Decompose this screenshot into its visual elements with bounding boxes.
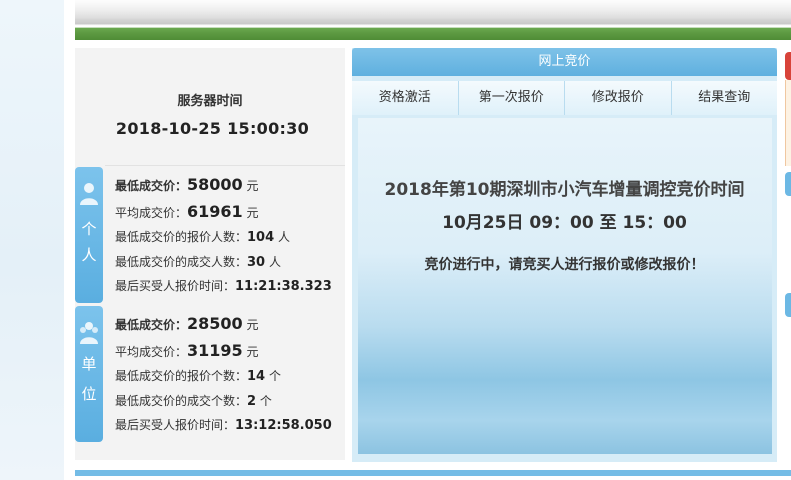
server-time-title: 服务器时间 — [177, 94, 243, 109]
personal-tab-label-2: 人 — [81, 246, 97, 264]
side-edge-red — [785, 52, 791, 80]
bottom-bar — [75, 470, 791, 476]
unit-tab-label-2: 位 — [81, 385, 97, 403]
group-icon — [80, 322, 98, 344]
unit-tab[interactable]: 单 位 — [75, 306, 103, 442]
personal-winner-count: 最低成交价的成交人数：30 人 — [115, 255, 281, 270]
unit-last-bid-time: 最后买受人报价时间：13:12:58.050 — [115, 418, 332, 433]
unit-tab-label-1: 单 — [81, 355, 97, 373]
auction-status: 竞价进行中，请竞买人进行报价或修改报价！ — [424, 257, 705, 273]
person-icon — [80, 183, 98, 205]
top-banner — [75, 0, 791, 40]
auction-time: 10月25日 09：00 至 15：00 — [442, 213, 687, 233]
side-edge-tab[interactable] — [785, 172, 791, 196]
tab-first-bid[interactable]: 第一次报价 — [458, 81, 565, 115]
personal-tab-label-1: 个 — [81, 220, 97, 238]
background-image — [358, 118, 772, 454]
panel-header: 网上竞价 — [352, 48, 777, 76]
side-edge-panel — [785, 80, 791, 166]
unit-lowest-price: 最低成交价：28500 元 — [115, 314, 259, 333]
unit-bidder-count: 最低成交价的报价个数：14 个 — [115, 369, 281, 384]
side-edge-tab[interactable] — [785, 293, 791, 317]
tab-qualification-activation[interactable]: 资格激活 — [352, 81, 459, 115]
unit-winner-count: 最低成交价的成交个数：2 个 — [115, 394, 272, 409]
personal-tab[interactable]: 个 人 — [75, 167, 103, 303]
personal-lowest-price: 最低成交价：58000 元 — [115, 175, 259, 194]
personal-last-bid-time: 最后买受人报价时间：11:21:38.323 — [115, 279, 332, 294]
tab-result-query[interactable]: 结果查询 — [671, 81, 777, 115]
divider — [105, 165, 345, 166]
unit-average-price: 平均成交价：31195 元 — [115, 341, 259, 360]
personal-average-price: 平均成交价：61961 元 — [115, 202, 259, 221]
server-info-panel: 服务器时间 2018-10-25 15:00:30 个 人 最低成交价：5800… — [75, 48, 345, 460]
auction-tabs: 资格激活 第一次报价 修改报价 结果查询 — [352, 81, 777, 115]
personal-bidder-count: 最低成交价的报价人数：104 人 — [115, 230, 290, 245]
auction-title: 2018年第10期深圳市小汽车增量调控竞价时间 — [384, 180, 745, 200]
tab-modify-bid[interactable]: 修改报价 — [565, 81, 672, 115]
server-time-value: 2018-10-25 15:00:30 — [115, 119, 310, 138]
online-auction-panel: 网上竞价 资格激活 第一次报价 修改报价 结果查询 2018年第10期深圳市小汽… — [352, 48, 777, 462]
